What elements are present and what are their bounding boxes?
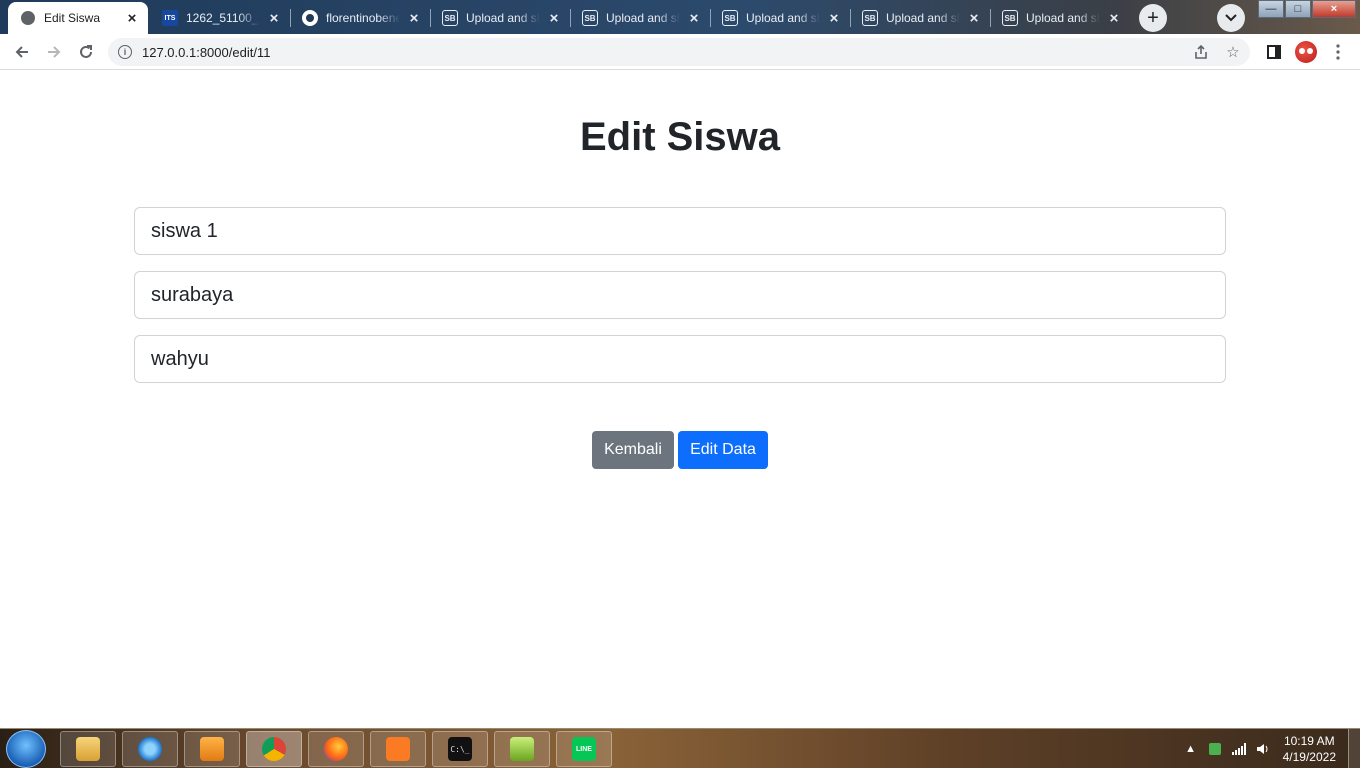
close-icon[interactable]: ×	[266, 10, 282, 27]
tab-title: Upload and sh	[1026, 11, 1100, 25]
tab-upload-2[interactable]: SB Upload and sh ×	[570, 2, 710, 34]
windows-taskbar: C:\_ LINE ▲ 10:19 AM 4/19/2022	[0, 728, 1360, 768]
alamat-input[interactable]	[134, 271, 1226, 319]
sb-icon: SB	[722, 10, 738, 26]
tab-upload-1[interactable]: SB Upload and sh ×	[430, 2, 570, 34]
media-player-icon[interactable]	[184, 731, 240, 767]
action-center-icon[interactable]	[1207, 741, 1223, 757]
tab-edit-siswa[interactable]: Edit Siswa ×	[8, 2, 148, 34]
info-icon[interactable]: i	[118, 45, 132, 59]
close-icon[interactable]: ×	[686, 10, 702, 27]
line-icon[interactable]: LINE	[556, 731, 612, 767]
notepad-plus-plus-icon[interactable]	[494, 731, 550, 767]
plus-icon: +	[1147, 6, 1159, 29]
minimize-button[interactable]: —	[1258, 0, 1284, 18]
chevron-down-icon	[1225, 14, 1237, 22]
close-icon[interactable]: ×	[124, 10, 140, 27]
file-explorer-icon[interactable]	[60, 731, 116, 767]
reload-icon	[80, 45, 92, 58]
clock-time: 10:19 AM	[1283, 734, 1335, 748]
close-window-button[interactable]: ×	[1312, 0, 1356, 18]
tab-github[interactable]: florentinobene ×	[290, 2, 430, 34]
close-icon[interactable]: ×	[1106, 10, 1122, 27]
volume-icon[interactable]	[1255, 741, 1271, 757]
angry-bird-avatar-icon	[1295, 41, 1317, 63]
profile-avatar[interactable]	[1292, 38, 1320, 66]
firefox-icon[interactable]	[308, 731, 364, 767]
tab-upload-4[interactable]: SB Upload and sh ×	[850, 2, 990, 34]
side-panel-icon[interactable]	[1260, 38, 1288, 66]
arrow-right-icon	[48, 46, 61, 58]
close-icon[interactable]: ×	[546, 10, 562, 27]
back-button[interactable]	[8, 38, 36, 66]
xampp-icon[interactable]	[370, 731, 426, 767]
page-content: Edit Siswa Kembali Edit Data	[0, 71, 1360, 728]
share-icon[interactable]	[1190, 42, 1212, 62]
edit-data-button[interactable]: Edit Data	[678, 431, 768, 469]
tab-title: Upload and sh	[746, 11, 820, 25]
globe-icon	[20, 10, 36, 26]
chrome-icon[interactable]	[246, 731, 302, 767]
tab-upload-3[interactable]: SB Upload and sh ×	[710, 2, 850, 34]
tab-title: Edit Siswa	[44, 11, 101, 25]
tab-its[interactable]: ITS 1262_51100_IF ×	[150, 2, 290, 34]
github-icon	[302, 10, 318, 26]
arrow-left-icon	[15, 46, 28, 58]
bookmark-star-icon[interactable]: ☆	[1222, 42, 1244, 62]
sb-icon: SB	[582, 10, 598, 26]
cmd-icon[interactable]: C:\_	[432, 731, 488, 767]
sb-icon: SB	[442, 10, 458, 26]
kembali-button[interactable]: Kembali	[592, 431, 674, 469]
close-icon[interactable]: ×	[406, 10, 422, 27]
close-icon[interactable]: ×	[826, 10, 842, 27]
tab-title: Upload and sh	[886, 11, 960, 25]
tab-title: florentinobene	[326, 11, 400, 25]
kebab-menu-icon	[1336, 44, 1340, 60]
maximize-button[interactable]: □	[1285, 0, 1311, 18]
start-button[interactable]	[6, 730, 46, 768]
its-icon: ITS	[162, 10, 178, 26]
sb-icon: SB	[862, 10, 878, 26]
page-title: Edit Siswa	[579, 115, 781, 159]
clock-date: 4/19/2022	[1282, 750, 1336, 764]
ortu-input[interactable]	[134, 335, 1226, 383]
new-tab-button[interactable]: +	[1139, 4, 1167, 32]
tab-search-button[interactable]	[1217, 4, 1245, 32]
show-desktop-button[interactable]	[1348, 729, 1360, 768]
nama-input[interactable]	[134, 207, 1226, 255]
network-icon[interactable]	[1231, 741, 1247, 757]
url-text: 127.0.0.1:8000/edit/11	[142, 44, 271, 60]
show-hidden-icons-icon[interactable]: ▲	[1183, 741, 1199, 757]
sb-icon: SB	[1002, 10, 1018, 26]
address-bar[interactable]: i 127.0.0.1:8000/edit/11 ☆	[108, 38, 1250, 66]
reload-button[interactable]	[72, 38, 100, 66]
internet-explorer-icon[interactable]	[122, 731, 178, 767]
tab-title: Upload and sh	[466, 11, 540, 25]
clock[interactable]: 10:19 AM 4/19/2022	[1283, 733, 1336, 765]
tab-title: Upload and sh	[606, 11, 680, 25]
browser-toolbar: i 127.0.0.1:8000/edit/11 ☆	[0, 34, 1360, 70]
menu-button[interactable]	[1324, 38, 1352, 66]
system-tray: ▲ 10:19 AM 4/19/2022	[1183, 729, 1360, 768]
forward-button[interactable]	[40, 38, 68, 66]
window-controls: — □ ×	[1257, 0, 1356, 18]
browser-tab-strip: Edit Siswa × ITS 1262_51100_IF × florent…	[0, 0, 1360, 34]
tab-upload-5[interactable]: SB Upload and sh ×	[990, 2, 1130, 34]
close-icon[interactable]: ×	[966, 10, 982, 27]
tab-title: 1262_51100_IF	[186, 11, 260, 25]
